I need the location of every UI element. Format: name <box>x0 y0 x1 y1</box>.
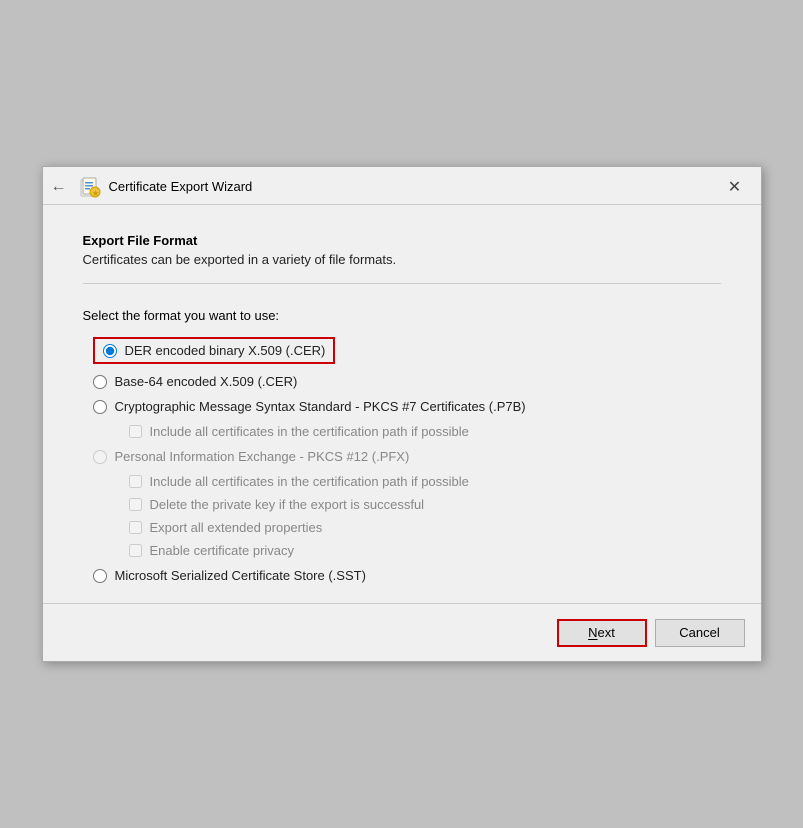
label-pkcs7: Cryptographic Message Syntax Standard - … <box>115 399 526 414</box>
close-button[interactable]: ✕ <box>721 173 749 201</box>
label-der: DER encoded binary X.509 (.CER) <box>125 343 326 358</box>
pfx-suboptions: Include all certificates in the certific… <box>129 474 721 558</box>
option-pfx-row[interactable]: Personal Information Exchange - PKCS #12… <box>93 449 721 464</box>
chk-cert-privacy[interactable] <box>129 544 142 557</box>
label-chk5: Enable certificate privacy <box>150 543 295 558</box>
prompt-label: Select the format you want to use: <box>83 308 721 323</box>
chk1-row[interactable]: Include all certificates in the certific… <box>129 424 721 439</box>
label-chk3: Delete the private key if the export is … <box>150 497 425 512</box>
label-pfx: Personal Information Exchange - PKCS #12… <box>115 449 410 464</box>
option-base64-row[interactable]: Base-64 encoded X.509 (.CER) <box>93 374 721 389</box>
radio-pkcs7[interactable] <box>93 400 107 414</box>
svg-text:★: ★ <box>92 189 99 197</box>
radio-der[interactable] <box>103 344 117 358</box>
chk-delete-private-key[interactable] <box>129 498 142 511</box>
divider <box>83 283 721 284</box>
label-chk1: Include all certificates in the certific… <box>150 424 469 439</box>
wizard-window: ← ★ Certificate Export Wizard ✕ Export F… <box>42 166 762 662</box>
pkcs7-suboptions: Include all certificates in the certific… <box>129 424 721 439</box>
label-chk4: Export all extended properties <box>150 520 323 535</box>
next-label: Next <box>588 625 615 640</box>
back-button[interactable]: ← <box>51 178 67 196</box>
title-bar-left: ← ★ Certificate Export Wizard <box>51 176 253 198</box>
option-sst-row[interactable]: Microsoft Serialized Certificate Store (… <box>93 568 721 583</box>
label-chk2: Include all certificates in the certific… <box>150 474 469 489</box>
chk-export-extended[interactable] <box>129 521 142 534</box>
option-pkcs7-row[interactable]: Cryptographic Message Syntax Standard - … <box>93 399 721 414</box>
chk4-row[interactable]: Export all extended properties <box>129 520 721 535</box>
cancel-label: Cancel <box>679 625 719 640</box>
footer: Next Cancel <box>43 603 761 661</box>
chk-include-certs-pkcs7[interactable] <box>129 425 142 438</box>
radio-sst[interactable] <box>93 569 107 583</box>
window-title: Certificate Export Wizard <box>109 179 253 194</box>
chk-include-certs-pfx[interactable] <box>129 475 142 488</box>
next-button[interactable]: Next <box>557 619 647 647</box>
chk3-row[interactable]: Delete the private key if the export is … <box>129 497 721 512</box>
chk2-row[interactable]: Include all certificates in the certific… <box>129 474 721 489</box>
wizard-content: Export File Format Certificates can be e… <box>43 205 761 603</box>
cancel-button[interactable]: Cancel <box>655 619 745 647</box>
option-der-row[interactable]: DER encoded binary X.509 (.CER) <box>93 337 336 364</box>
radio-base64[interactable] <box>93 375 107 389</box>
chk5-row[interactable]: Enable certificate privacy <box>129 543 721 558</box>
title-bar: ← ★ Certificate Export Wizard ✕ <box>43 167 761 205</box>
wizard-icon: ★ <box>79 176 101 198</box>
label-sst: Microsoft Serialized Certificate Store (… <box>115 568 366 583</box>
format-options: DER encoded binary X.509 (.CER) Base-64 … <box>93 337 721 583</box>
label-base64: Base-64 encoded X.509 (.CER) <box>115 374 298 389</box>
section-title: Export File Format <box>83 233 721 248</box>
radio-pfx[interactable] <box>93 450 107 464</box>
section-desc: Certificates can be exported in a variet… <box>83 252 721 267</box>
